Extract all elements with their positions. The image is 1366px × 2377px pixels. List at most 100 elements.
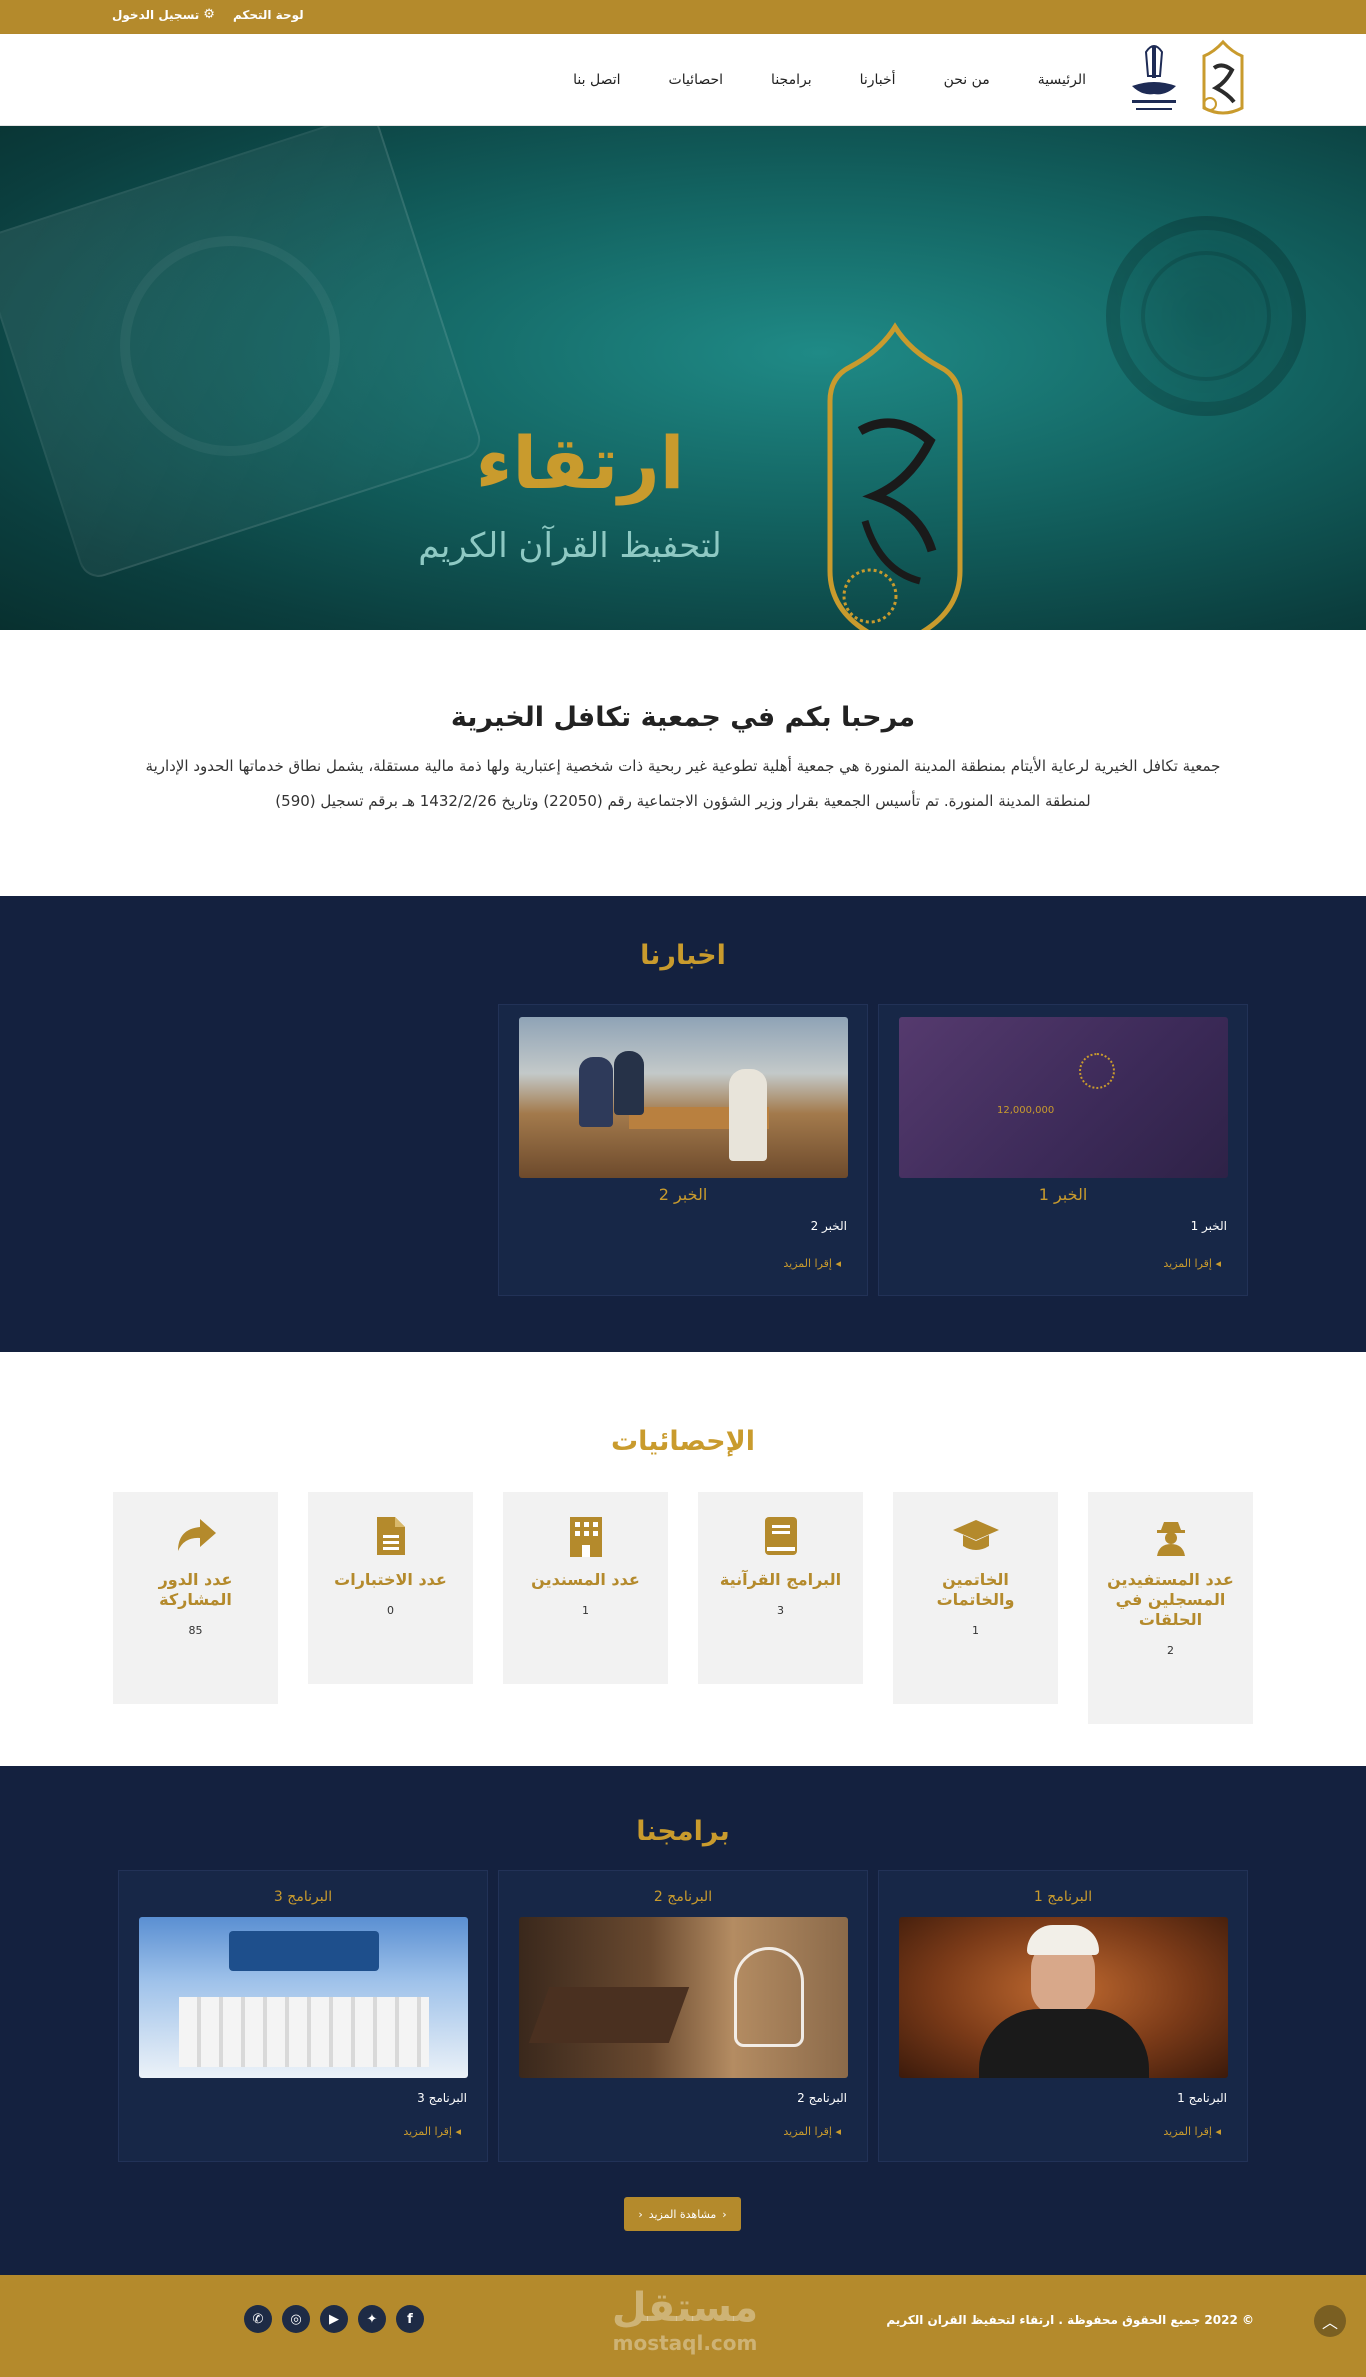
read-more-link[interactable]: ◂ إقرا المزيد <box>1163 2125 1221 2138</box>
news-section: اخبارنا 12,000,000 الخبر 1 الخبر 1 ◂ إقر… <box>0 896 1366 1352</box>
back-to-top-button[interactable]: ︿ <box>1314 2305 1346 2337</box>
chevron-left-icon: ‹ <box>722 2207 727 2221</box>
stat-value: 2 <box>1167 1644 1174 1657</box>
site-footer: ︿ © 2022 جميع الحقوق محفوظة . ارتقاء لتح… <box>0 2275 1366 2377</box>
file-icon <box>308 1512 473 1560</box>
news-card-desc: الخبر 2 <box>810 1219 847 1233</box>
twitter-icon[interactable]: ✦ <box>358 2305 386 2333</box>
news-card-title[interactable]: الخبر 1 <box>879 1185 1247 1204</box>
program-card-title[interactable]: البرنامج 2 <box>499 1889 867 1905</box>
program-card[interactable]: البرنامج 2 البرنامج 2 ◂ إقرا المزيد <box>498 1870 868 2162</box>
graduation-cap-icon <box>893 1512 1058 1560</box>
news-image-emblem <box>1079 1053 1115 1089</box>
news-image-student <box>729 1069 767 1161</box>
program-card[interactable]: البرنامج 3 البرنامج 3 ◂ إقرا المزيد <box>118 1870 488 2162</box>
whatsapp-icon[interactable]: ✆ <box>244 2305 272 2333</box>
nav-home[interactable]: الرئيسية <box>1038 72 1086 88</box>
nav-news[interactable]: أخبارنا <box>860 72 896 88</box>
program-image <box>519 1917 848 2078</box>
stat-label: عدد الاختبارات <box>334 1570 447 1589</box>
stat-card: الخاتمين والخاتمات 1 <box>893 1492 1058 1704</box>
control-panel-link[interactable]: لوحة التحكم <box>233 7 304 22</box>
hero-banner: ارتقاء لتحفيظ القرآن الكريم <box>0 126 1366 630</box>
nav-statistics[interactable]: احصائيات <box>669 72 724 88</box>
program-card-title[interactable]: البرنامج 1 <box>879 1889 1247 1905</box>
read-more-link[interactable]: ◂ إقرا المزيد <box>403 2125 461 2138</box>
stat-label: عدد الدور المشاركة <box>158 1570 233 1609</box>
statistics-title: الإحصائيات <box>611 1426 755 1457</box>
news-title: اخبارنا <box>640 940 726 971</box>
nav-contact[interactable]: اتصل بنا <box>573 72 620 88</box>
read-more-label: إقرا المزيد <box>403 2125 452 2138</box>
news-image: 12,000,000 <box>899 1017 1228 1178</box>
building-icon <box>503 1512 668 1560</box>
login-link[interactable]: ⚙ تسجيل الدخول <box>112 7 215 22</box>
irtiqa-logo[interactable] <box>1192 38 1254 122</box>
news-card[interactable]: الخبر 2 الخبر 2 ◂ إقرا المزيد <box>498 1004 868 1296</box>
see-more-label: مشاهدة المزيد <box>648 2207 717 2221</box>
program-image-group <box>179 1997 429 2067</box>
news-card-desc: الخبر 1 <box>1190 1219 1227 1233</box>
main-nav: الرئيسية من نحن أخبارنا برامجنا احصائيات… <box>573 34 1086 126</box>
read-more-label: إقرا المزيد <box>1163 1257 1212 1270</box>
programs-title: برامجنا <box>636 1816 730 1847</box>
hero-book-ornament <box>120 236 340 456</box>
site-header: الرئيسية من نحن أخبارنا برامجنا احصائيات… <box>0 34 1366 126</box>
hero-subtitle: لتحفيظ القرآن الكريم <box>418 526 722 566</box>
program-card-title[interactable]: البرنامج 3 <box>119 1889 487 1905</box>
read-more-label: إقرا المزيد <box>1163 2125 1212 2138</box>
login-label: تسجيل الدخول <box>112 7 200 22</box>
stat-value: 85 <box>188 1624 203 1637</box>
read-more-link[interactable]: ◂ إقرا المزيد <box>783 2125 841 2138</box>
logos <box>1126 38 1254 122</box>
see-more-button[interactable]: ‹ مشاهدة المزيد ‹ <box>624 2197 741 2231</box>
nav-programs[interactable]: برامجنا <box>771 72 812 88</box>
watermark-latin: mostaql.com <box>612 2331 758 2355</box>
program-card-desc: البرنامج 1 <box>1177 2091 1227 2105</box>
read-more-label: إقرا المزيد <box>783 1257 832 1270</box>
stat-value: 3 <box>777 1604 784 1617</box>
news-card[interactable]: 12,000,000 الخبر 1 الخبر 1 ◂ إقرا المزيد <box>878 1004 1248 1296</box>
program-image <box>139 1917 468 2078</box>
instagram-icon[interactable]: ◎ <box>282 2305 310 2333</box>
stat-label: عدد المستفيدين المسجلين في الحلقات <box>1107 1570 1234 1629</box>
hero-title: ارتقاء <box>475 421 685 505</box>
program-image-stage <box>229 1931 379 1971</box>
watermark-arabic: مستقل <box>611 2285 759 2331</box>
chevron-left-icon: ‹ <box>638 2207 643 2221</box>
social-links: ✆ ◎ ▶ ✦ f <box>244 2305 424 2333</box>
takaful-logo[interactable] <box>1126 38 1182 122</box>
copyright-text: © 2022 جميع الحقوق محفوظة . ارتقاء لتحفي… <box>886 2313 1254 2327</box>
news-image <box>519 1017 848 1178</box>
welcome-section: مرحبا بكم في جمعية تكافل الخيرية جمعية ت… <box>0 630 1366 896</box>
stat-card: البرامج القرآنية 3 <box>698 1492 863 1684</box>
stat-card: عدد الاختبارات 0 <box>308 1492 473 1684</box>
read-more-link[interactable]: ◂ إقرا المزيد <box>783 1257 841 1270</box>
top-bar: لوحة التحكم ⚙ تسجيل الدخول <box>0 0 1366 34</box>
book-icon <box>698 1512 863 1560</box>
stat-card: عدد المسندين 1 <box>503 1492 668 1684</box>
program-image-robe <box>979 2009 1149 2078</box>
stat-value: 1 <box>972 1624 979 1637</box>
welcome-text: جمعية تكافل الخيرية لرعاية الأيتام بمنطق… <box>145 757 1221 810</box>
read-more-link[interactable]: ◂ إقرا المزيد <box>1163 1257 1221 1270</box>
nav-about[interactable]: من نحن <box>944 72 990 88</box>
program-card[interactable]: البرنامج 1 البرنامج 1 ◂ إقرا المزيد <box>878 1870 1248 2162</box>
stat-card: عدد المستفيدين المسجلين في الحلقات 2 <box>1088 1492 1253 1724</box>
gear-icon: ⚙ <box>203 7 215 22</box>
hero-arch-logo <box>827 322 963 630</box>
user-secret-icon <box>1088 1512 1253 1560</box>
stat-label: عدد المسندين <box>531 1570 640 1589</box>
read-more-label: إقرا المزيد <box>783 2125 832 2138</box>
youtube-icon[interactable]: ▶ <box>320 2305 348 2333</box>
program-image <box>899 1917 1228 2078</box>
facebook-icon[interactable]: f <box>396 2305 424 2333</box>
news-image-figure: 12,000,000 <box>997 1105 1055 1116</box>
news-card-title[interactable]: الخبر 2 <box>499 1185 867 1204</box>
stat-value: 0 <box>387 1604 394 1617</box>
stat-card: عدد الدور المشاركة 85 <box>113 1492 278 1704</box>
program-card-desc: البرنامج 2 <box>797 2091 847 2105</box>
program-image-logo <box>734 1947 804 2047</box>
news-image-person <box>579 1057 613 1127</box>
mostaql-watermark: مستقل mostaql.com <box>600 2285 770 2355</box>
